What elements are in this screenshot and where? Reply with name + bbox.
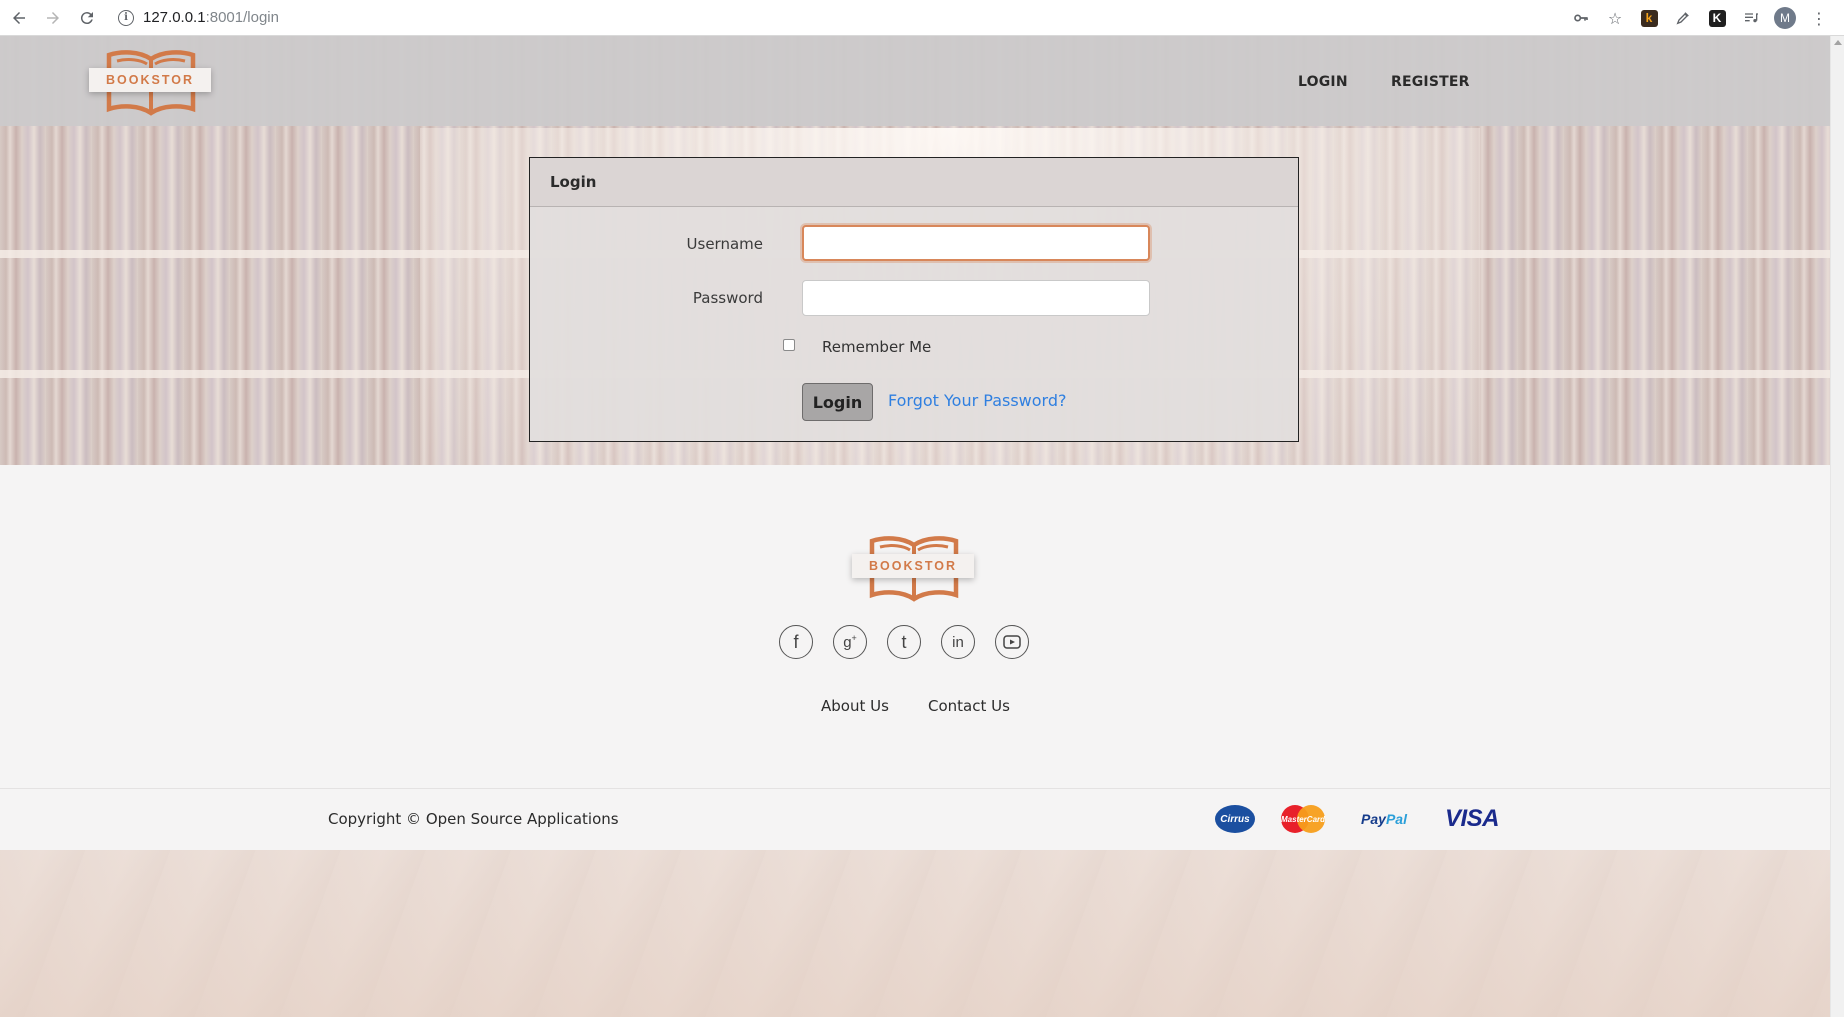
forgot-password-link[interactable]: Forgot Your Password? <box>888 391 1067 410</box>
reload-icon[interactable] <box>70 1 104 35</box>
forward-icon[interactable] <box>36 1 70 35</box>
password-input[interactable] <box>802 280 1150 316</box>
remember-me-checkbox[interactable] <box>783 339 795 351</box>
mastercard-logo: MasterCard <box>1281 805 1325 833</box>
username-label: Username <box>686 235 763 253</box>
extension-k-icon[interactable]: k <box>1634 3 1664 33</box>
remember-me-label[interactable]: Remember Me <box>822 338 931 356</box>
address-bar[interactable]: i 127.0.0.1:8001/login <box>118 4 279 32</box>
browser-toolbar: i 127.0.0.1:8001/login ☆ k K M ⋮ <box>0 0 1844 36</box>
floor-background <box>0 850 1830 1017</box>
footer-logo[interactable]: BOOKSTOR <box>852 535 977 603</box>
google-plus-icon[interactable]: g+ <box>833 625 867 659</box>
login-button[interactable]: Login <box>802 383 873 421</box>
copyright-text: Copyright © Open Source Applications <box>328 810 619 828</box>
username-input[interactable] <box>802 225 1150 261</box>
password-label: Password <box>692 289 763 307</box>
back-icon[interactable] <box>2 1 36 35</box>
page-scrollbar[interactable] <box>1830 36 1844 1017</box>
footer-contact-link[interactable]: Contact Us <box>928 697 1010 715</box>
eyedropper-icon[interactable] <box>1668 3 1698 33</box>
browser-actions: ☆ k K M ⋮ <box>1566 0 1834 36</box>
cirrus-logo: Cirrus <box>1215 805 1255 833</box>
profile-avatar[interactable]: M <box>1770 3 1800 33</box>
youtube-icon[interactable] <box>995 625 1029 659</box>
main-nav: LOGIN REGISTER <box>14 36 1844 126</box>
key-icon[interactable] <box>1566 3 1596 33</box>
nav-register-link[interactable]: REGISTER <box>1391 74 1470 90</box>
footer-bottom-bar <box>0 788 1830 850</box>
nav-login-link[interactable]: LOGIN <box>1298 74 1348 90</box>
footer-about-link[interactable]: About Us <box>821 697 889 715</box>
url-host: 127.0.0.1 <box>143 9 206 26</box>
facebook-icon[interactable]: f <box>779 625 813 659</box>
social-links: f g+ t in <box>0 625 1830 661</box>
star-icon[interactable]: ☆ <box>1600 3 1630 33</box>
playlist-icon[interactable] <box>1736 3 1766 33</box>
linkedin-icon[interactable]: in <box>941 625 975 659</box>
login-card-title: Login <box>530 158 1298 207</box>
paypal-logo: Pay Pal <box>1361 811 1407 827</box>
footer-logo-text: BOOKSTOR <box>852 554 974 578</box>
extension-k-dark-icon[interactable]: K <box>1702 3 1732 33</box>
kebab-menu-icon[interactable]: ⋮ <box>1804 3 1834 33</box>
login-card: Login Username Password Remember Me Logi… <box>529 157 1299 442</box>
url-path: :8001/login <box>205 9 279 26</box>
visa-logo: VISA <box>1444 805 1500 832</box>
info-icon[interactable]: i <box>118 9 134 26</box>
tumblr-icon[interactable]: t <box>887 625 921 659</box>
